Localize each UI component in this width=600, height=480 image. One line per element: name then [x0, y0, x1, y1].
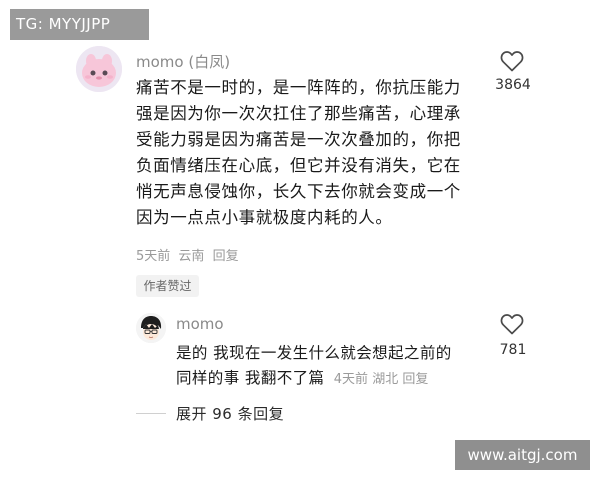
like-button[interactable]: [500, 313, 524, 335]
reply-line: 同样的事 我翻不了篇 4天前 湖北 回复: [176, 366, 486, 392]
like-count: 781: [499, 342, 527, 358]
comment-line: 负面情绪压在心底，但它并没有消失，它在: [136, 156, 461, 175]
like-count: 3864: [495, 77, 531, 93]
comment-line: 因为一点点小事就极度内耗的人。: [136, 208, 393, 227]
reply-reply-button[interactable]: 回复: [402, 372, 428, 387]
comment-time: 5天前: [136, 249, 171, 264]
reply-body: 是的 我现在一发生什么就会想起之前的 同样的事 我翻不了篇 4天前 湖北 回复: [176, 341, 486, 392]
watermark-bottom: www.aitgj.com: [455, 440, 590, 470]
heart-outline-icon: [500, 314, 524, 335]
reply-meta: 4天前 湖北 回复: [334, 372, 429, 387]
comment-line: 受能力弱是因为痛苦是一次次叠加的，你把: [136, 130, 461, 149]
like-button[interactable]: [500, 50, 524, 72]
reply-time: 4天前: [333, 372, 369, 387]
anime-boy-avatar-icon: [136, 313, 166, 343]
expand-replies-button[interactable]: 展开 96 条回复: [176, 403, 284, 424]
heart-outline-icon: [500, 51, 524, 72]
reply-line: 是的 我现在一发生什么就会想起之前的: [176, 344, 452, 362]
pink-creature-avatar-icon: [76, 46, 122, 92]
comment-meta: 5天前 云南 回复: [136, 245, 243, 264]
reply-username[interactable]: momo: [176, 315, 224, 333]
watermark-top: TG: MYYJJPP: [10, 9, 149, 40]
reply-line-text: 同样的事 我翻不了篇: [176, 369, 325, 387]
author-liked-badge: 作者赞过: [136, 275, 199, 297]
reply-location: 湖北: [372, 372, 399, 387]
avatar[interactable]: [136, 313, 166, 343]
avatar[interactable]: [76, 46, 122, 92]
comment-line: 悄无声息侵蚀你，长久下去你就会变成一个: [136, 182, 461, 201]
username-text: momo: [136, 53, 184, 71]
comment-line: 痛苦不是一时的，是一阵阵的，你抗压能力: [136, 78, 461, 97]
username-suffix: (白凤): [188, 53, 231, 71]
expand-divider: [136, 413, 166, 414]
reply-button[interactable]: 回复: [213, 249, 239, 264]
comment-username[interactable]: momo (白凤): [136, 51, 230, 72]
comment-line: 强是因为你一次次扛住了那些痛苦，心理承: [136, 104, 461, 123]
comment-body: 痛苦不是一时的，是一阵阵的，你抗压能力 强是因为你一次次扛住了那些痛苦，心理承 …: [136, 75, 482, 231]
comment-location: 云南: [178, 249, 205, 264]
